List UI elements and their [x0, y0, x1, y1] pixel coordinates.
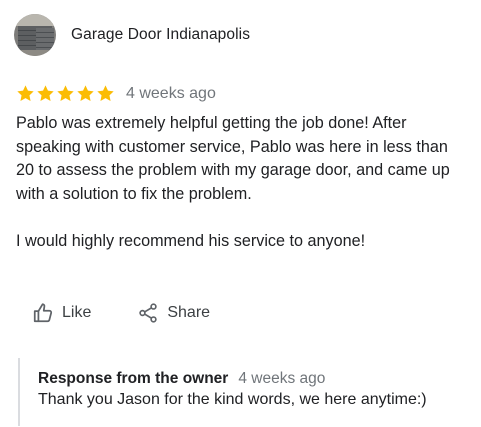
share-label: Share: [167, 304, 211, 321]
owner-response-time: 4 weeks ago: [238, 370, 326, 387]
author-name[interactable]: Garage Door Indianapolis: [71, 26, 250, 44]
review-paragraph: I would highly recommend his service to …: [16, 231, 366, 250]
owner-response: Response from the owner 4 weeks ago Than…: [18, 358, 478, 426]
star-icon: [36, 84, 55, 103]
owner-response-text: Thank you Jason for the kind words, we h…: [38, 391, 427, 408]
rating-row: 4 weeks ago: [16, 84, 216, 103]
star-icon: [96, 84, 115, 103]
review-text: Pablo was extremely helpful getting the …: [16, 112, 466, 253]
owner-response-header: Response from the owner 4 weeks ago: [38, 370, 478, 388]
review-card: Garage Door Indianapolis 4 weeks ago Pab…: [0, 0, 481, 427]
share-icon: [137, 302, 159, 324]
review-time: 4 weeks ago: [126, 84, 216, 102]
like-button[interactable]: Like: [32, 302, 91, 324]
thumbs-up-icon: [32, 302, 54, 324]
like-label: Like: [62, 304, 92, 321]
review-header: Garage Door Indianapolis: [14, 14, 250, 56]
star-icon: [56, 84, 75, 103]
star-icon: [76, 84, 95, 103]
avatar[interactable]: [14, 14, 56, 56]
star-rating: [16, 84, 116, 103]
share-button[interactable]: Share: [137, 302, 210, 324]
review-actions: Like Share: [32, 302, 210, 324]
owner-response-title: Response from the owner: [38, 370, 229, 387]
review-paragraph: Pablo was extremely helpful getting the …: [16, 114, 450, 203]
star-icon: [16, 84, 35, 103]
